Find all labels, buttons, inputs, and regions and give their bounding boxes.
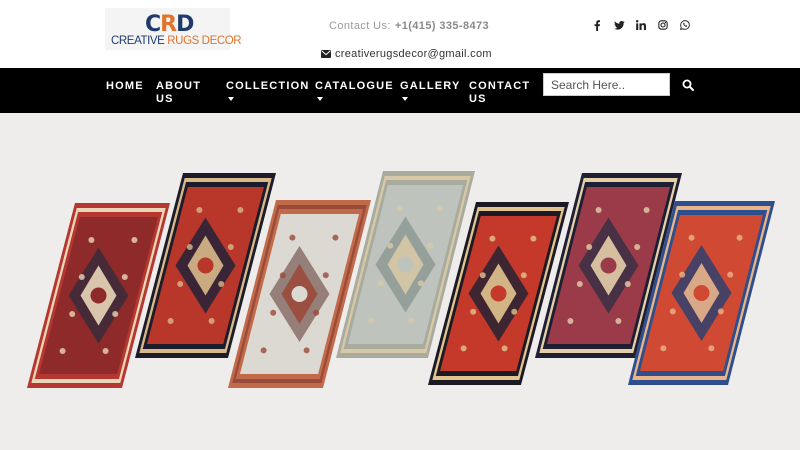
logo-word-creative: CREATIVE bbox=[111, 35, 168, 47]
logo-letter-c: C bbox=[145, 12, 161, 37]
nav-gallery[interactable]: GALLERY bbox=[400, 80, 460, 101]
email-link[interactable]: creativerugsdecor@gmail.com bbox=[335, 48, 492, 60]
linkedin-icon[interactable] bbox=[630, 18, 652, 32]
hero-banner bbox=[0, 113, 800, 450]
logo-letter-d: D bbox=[176, 12, 194, 37]
nav-contact-us[interactable]: CONTACT US bbox=[469, 80, 533, 106]
instagram-icon[interactable] bbox=[652, 18, 674, 32]
search-icon bbox=[682, 79, 694, 91]
twitter-icon[interactable] bbox=[608, 18, 630, 32]
email-line[interactable]: creativerugsdecor@gmail.com bbox=[321, 48, 492, 60]
social-links bbox=[586, 18, 696, 32]
nav-label: CATALOGUE bbox=[315, 80, 394, 92]
logo-letter-r: R bbox=[160, 12, 177, 37]
main-nav: HOME ABOUT US COLLECTION CATALOGUE GALLE… bbox=[0, 68, 800, 113]
rug-image bbox=[27, 203, 170, 388]
nav-catalogue[interactable]: CATALOGUE bbox=[315, 80, 394, 101]
logo-word-rugs-decor: RUGS DECOR bbox=[167, 35, 242, 47]
search-button[interactable] bbox=[680, 77, 696, 93]
caret-down-icon bbox=[228, 97, 234, 101]
caret-down-icon bbox=[402, 97, 408, 101]
caret-down-icon bbox=[317, 97, 323, 101]
brand-logo[interactable]: CRD CREATIVE RUGS DECOR bbox=[105, 8, 242, 50]
envelope-icon bbox=[321, 50, 331, 58]
contact-label: Contact Us: bbox=[329, 20, 391, 32]
nav-home[interactable]: HOME bbox=[106, 80, 146, 93]
nav-label: COLLECTION bbox=[226, 80, 310, 92]
nav-label: GALLERY bbox=[400, 80, 461, 92]
whatsapp-icon[interactable] bbox=[674, 18, 696, 32]
phone-link[interactable]: +1(415) 335-8473 bbox=[395, 20, 489, 32]
search-input[interactable] bbox=[543, 73, 670, 96]
rug-collage bbox=[27, 171, 775, 388]
nav-label: ABOUT US bbox=[156, 80, 202, 105]
nav-label: CONTACT US bbox=[469, 80, 531, 105]
nav-collection[interactable]: COLLECTION bbox=[226, 80, 308, 101]
logo-monogram: CRD bbox=[145, 12, 194, 37]
header: CRD CREATIVE RUGS DECOR Contact Us: +1(41… bbox=[0, 0, 800, 68]
logo-wordmark: CREATIVE RUGS DECOR bbox=[111, 35, 242, 47]
facebook-icon[interactable] bbox=[586, 18, 608, 32]
contact-line: Contact Us: +1(415) 335-8473 bbox=[329, 20, 489, 32]
nav-label: HOME bbox=[106, 80, 144, 92]
nav-about-us[interactable]: ABOUT US bbox=[156, 80, 214, 106]
